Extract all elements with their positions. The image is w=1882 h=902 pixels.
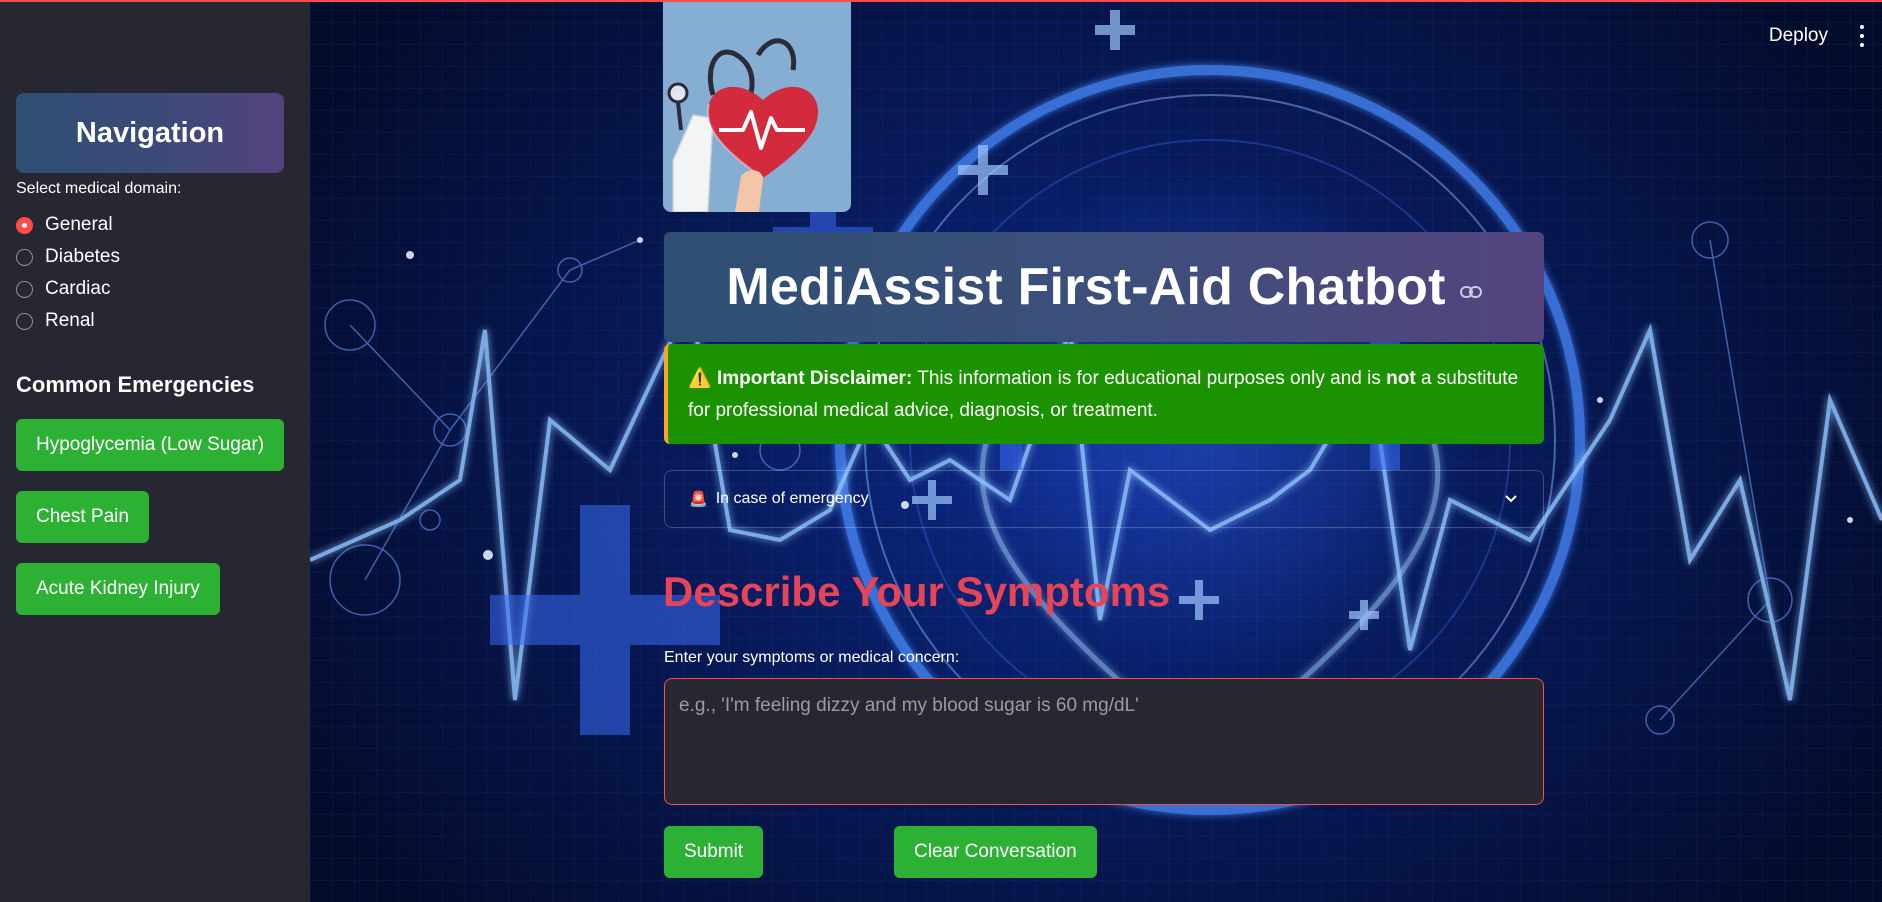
title-card: MediAssist First-Aid Chatbot — [664, 232, 1544, 342]
radio-label: Cardiac — [45, 278, 111, 299]
domain-select-label: Select medical domain: — [16, 180, 182, 197]
expander-label: In case of emergency — [715, 490, 869, 507]
radio-unselected-icon — [16, 312, 33, 330]
emergency-expander[interactable]: 🚨 In case of emergency — [664, 470, 1544, 528]
radio-label: Diabetes — [45, 246, 120, 267]
common-emergencies-heading: Common Emergencies — [16, 372, 255, 397]
disclaimer-alert: ⚠️ Important Disclaimer: This informatio… — [664, 344, 1544, 444]
top-accent-line — [0, 0, 1882, 2]
radio-diabetes[interactable]: Diabetes — [16, 243, 120, 271]
radio-label: General — [45, 214, 113, 235]
warning-icon: ⚠️ — [688, 368, 712, 389]
main-area: Deploy MediAssist First-Aid Chatbot ⚠️ I… — [310, 0, 1882, 902]
radio-renal[interactable]: Renal — [16, 307, 95, 335]
symptoms-heading: Describe Your Symptoms — [663, 568, 1171, 615]
deploy-button[interactable]: Deploy — [1769, 25, 1828, 47]
app-toolbar: Deploy — [1769, 0, 1882, 72]
page-title: MediAssist First-Aid Chatbot — [726, 258, 1446, 316]
symptoms-input-label: Enter your symptoms or medical concern: — [664, 649, 960, 666]
radio-cardiac[interactable]: Cardiac — [16, 275, 110, 303]
anchor-link-icon[interactable] — [1459, 285, 1482, 299]
navigation-card: Navigation — [16, 93, 284, 173]
chest-pain-button[interactable]: Chest Pain — [16, 491, 149, 543]
main-menu-icon[interactable] — [1852, 22, 1872, 50]
disclaimer-text-before: This information is for educational purp… — [912, 368, 1387, 389]
acute-kidney-injury-button[interactable]: Acute Kidney Injury — [16, 563, 220, 615]
siren-icon: 🚨 — [689, 491, 708, 508]
radio-unselected-icon — [16, 248, 33, 266]
navigation-title: Navigation — [75, 116, 225, 149]
symptoms-input[interactable] — [664, 678, 1544, 805]
radio-general[interactable]: General — [16, 211, 113, 239]
radio-unselected-icon — [16, 280, 33, 298]
submit-button[interactable]: Submit — [664, 826, 764, 878]
radio-label: Renal — [45, 310, 95, 331]
sidebar: Navigation Select medical domain: Genera… — [0, 0, 310, 902]
clear-conversation-button[interactable]: Clear Conversation — [894, 826, 1097, 878]
hypoglycemia-button[interactable]: Hypoglycemia (Low Sugar) — [16, 419, 285, 471]
disclaimer-bold-label: Important Disclaimer: — [716, 368, 913, 389]
disclaimer-not-word: not — [1386, 368, 1416, 389]
radio-selected-icon — [16, 216, 33, 234]
heart-stethoscope-logo — [663, 0, 851, 212]
chevron-down-icon — [1505, 495, 1517, 503]
